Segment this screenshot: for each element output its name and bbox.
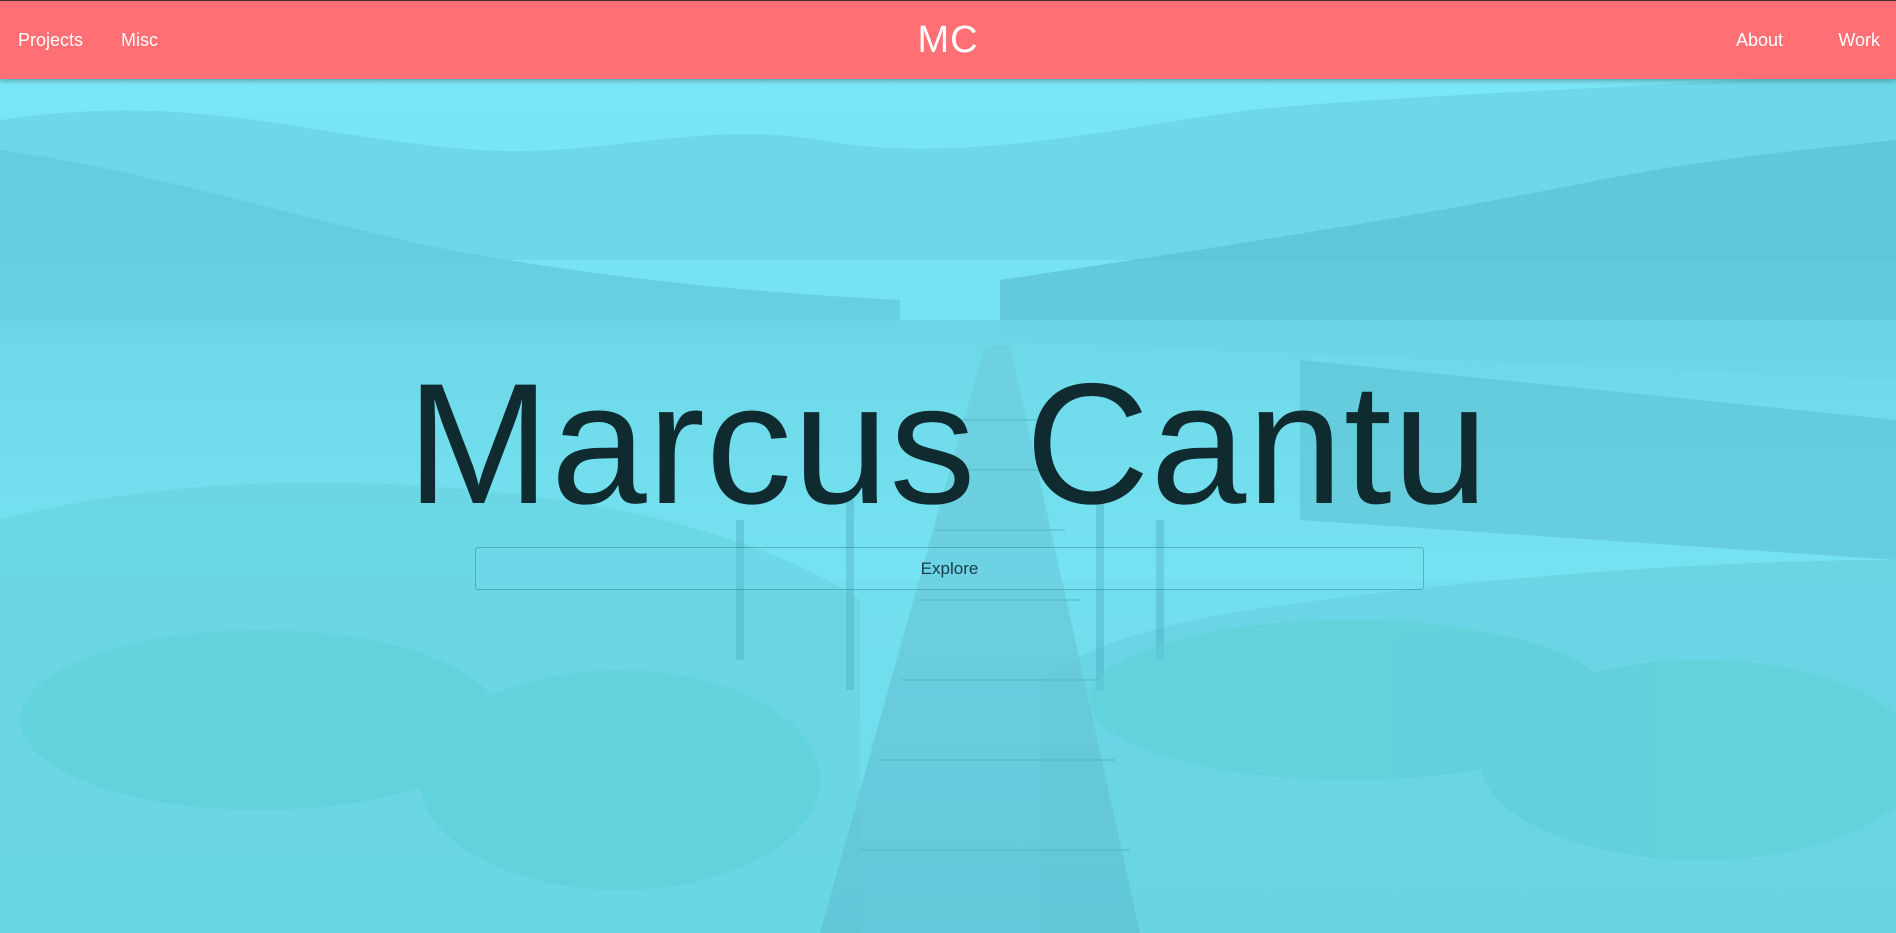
nav-link-work[interactable]: Work: [1838, 1, 1880, 79]
nav-link-about[interactable]: About: [1736, 1, 1783, 79]
brand-logo[interactable]: MC: [917, 19, 978, 61]
explore-button[interactable]: Explore: [475, 547, 1424, 590]
brand-container: MC: [0, 1, 1896, 79]
hero-title: Marcus Cantu: [406, 348, 1490, 540]
nav-link-projects[interactable]: Projects: [18, 1, 83, 79]
top-navbar: Projects Misc MC About Work: [0, 0, 1896, 79]
nav-link-misc[interactable]: Misc: [121, 1, 158, 79]
